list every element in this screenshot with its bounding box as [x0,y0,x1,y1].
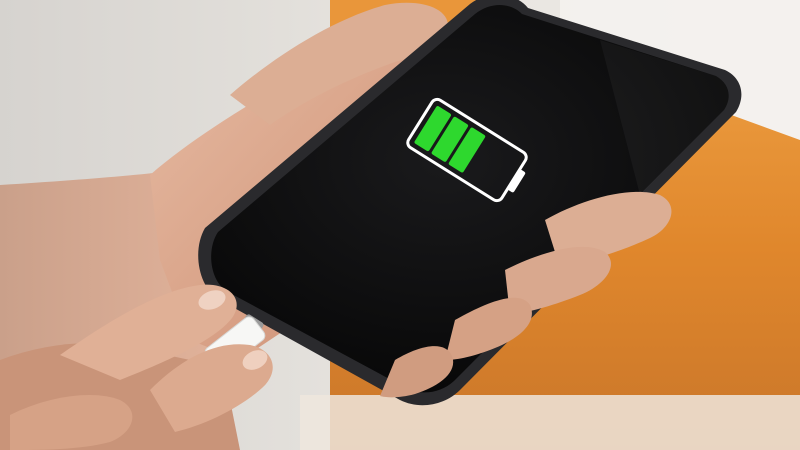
photo-illustration [0,0,800,450]
photo-scene [0,0,800,450]
background-floor [300,395,800,450]
